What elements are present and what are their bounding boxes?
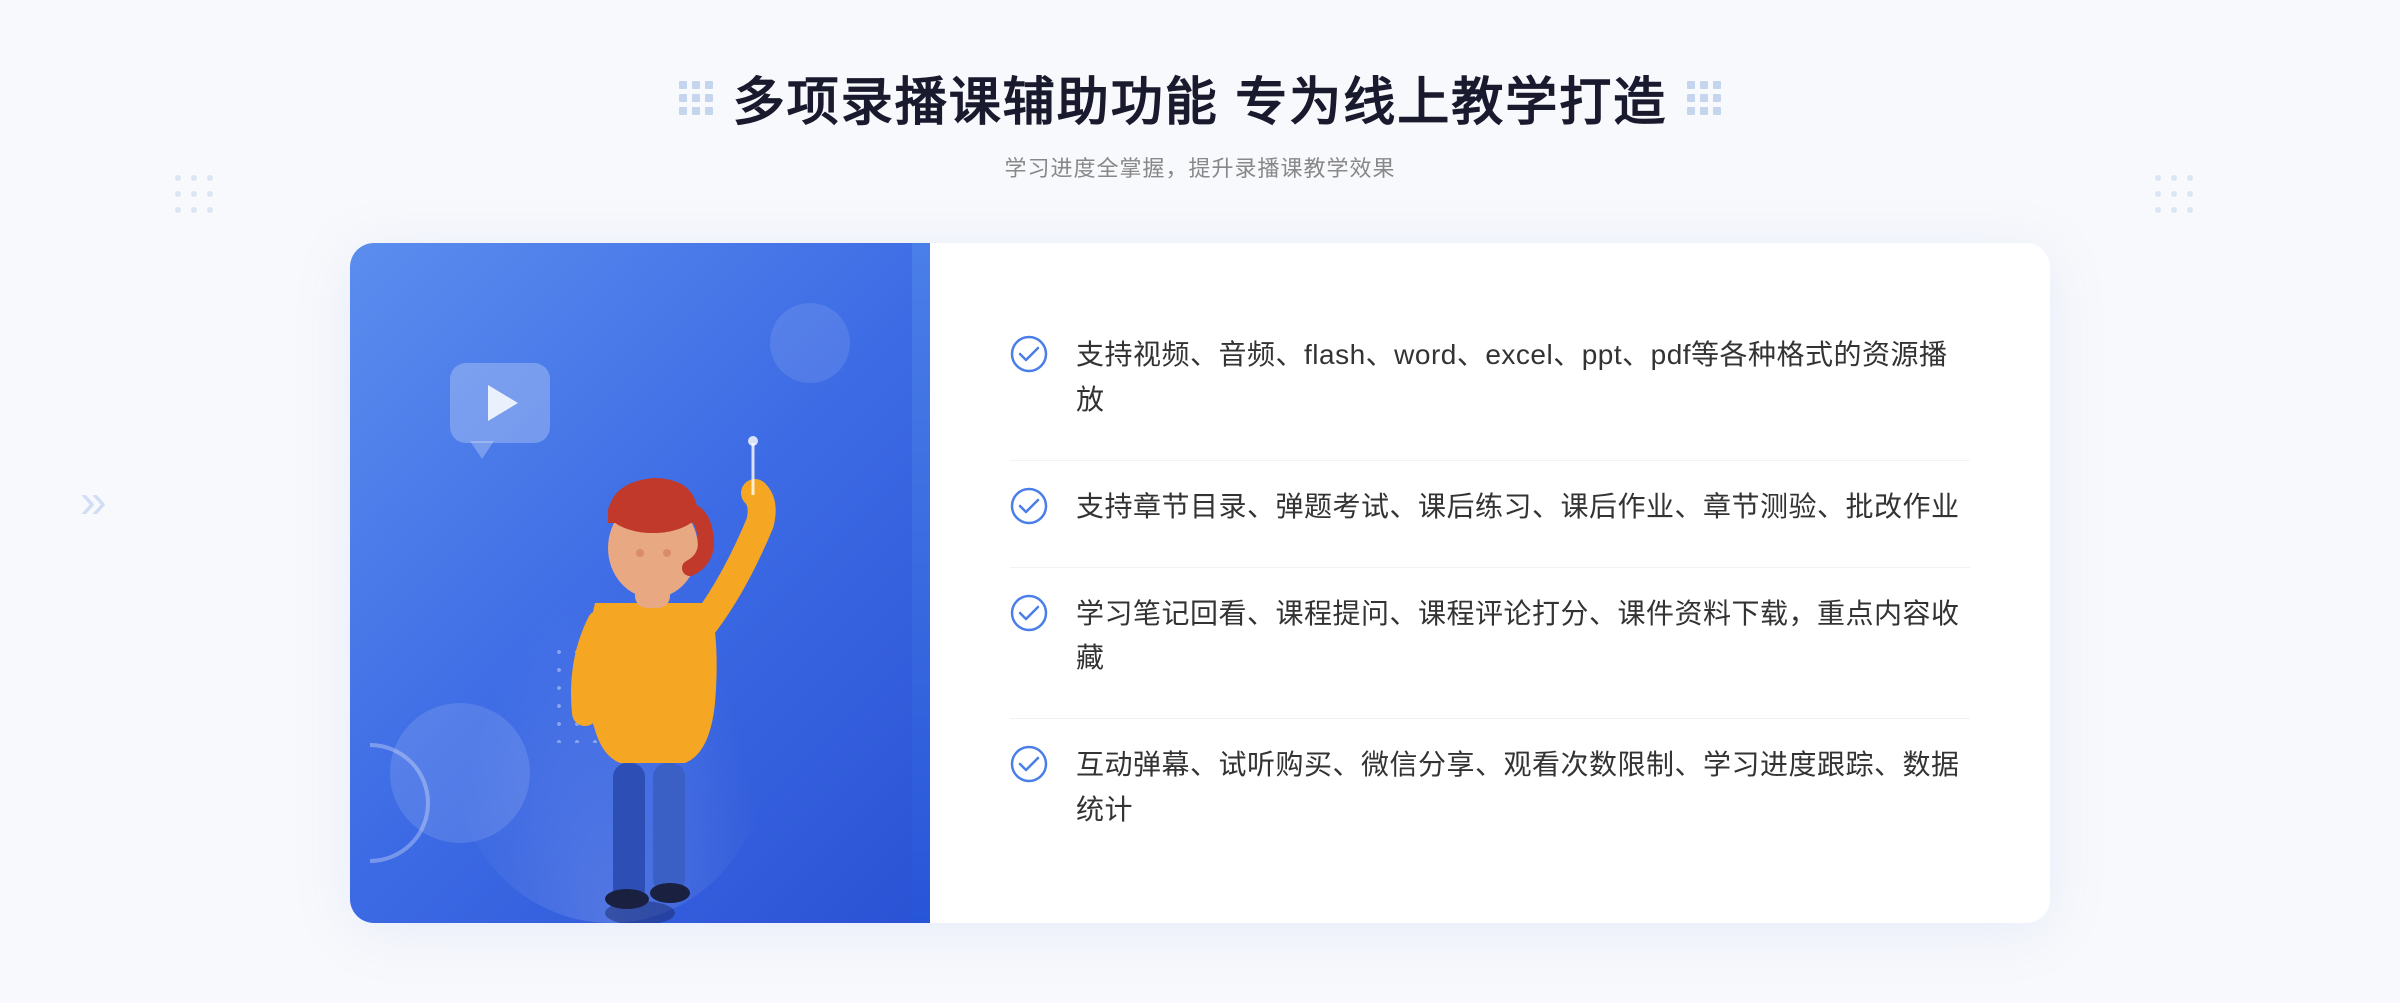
feature-item-3: 学习笔记回看、课程提问、课程评论打分、课件资料下载，重点内容收藏 bbox=[1010, 567, 1970, 706]
page-deco-left: » bbox=[80, 474, 107, 529]
check-circle-icon-2 bbox=[1010, 487, 1048, 525]
title-dot-grid-right bbox=[1687, 81, 1721, 115]
check-circle-icon-1 bbox=[1010, 335, 1048, 373]
deco-circle-2 bbox=[770, 303, 850, 383]
title-row: 多项录播课辅助功能 专为线上教学打造 bbox=[679, 60, 1721, 135]
illustration-panel bbox=[350, 243, 930, 923]
feature-text-4: 互动弹幕、试听购买、微信分享、观看次数限制、学习进度跟踪、数据统计 bbox=[1076, 743, 1970, 833]
page-container: » 多项录播课辅助功能 专为线上教学打造 学习进度全掌握，提升录播课教学效果 bbox=[0, 0, 2400, 1003]
main-title: 多项录播课辅助功能 专为线上教学打造 bbox=[733, 60, 1667, 135]
header-section: 多项录播课辅助功能 专为线上教学打造 学习进度全掌握，提升录播课教学效果 bbox=[0, 60, 2400, 183]
feature-item-4: 互动弹幕、试听购买、微信分享、观看次数限制、学习进度跟踪、数据统计 bbox=[1010, 718, 1970, 857]
feature-text-1: 支持视频、音频、flash、word、excel、ppt、pdf等各种格式的资源… bbox=[1076, 333, 1970, 423]
feature-text-3: 学习笔记回看、课程提问、课程评论打分、课件资料下载，重点内容收藏 bbox=[1076, 592, 1970, 682]
person-illustration bbox=[505, 383, 805, 923]
feature-item-1: 支持视频、音频、flash、word、excel、ppt、pdf等各种格式的资源… bbox=[1010, 309, 1970, 447]
subtitle: 学习进度全掌握，提升录播课教学效果 bbox=[1004, 151, 1395, 183]
feature-item-2: 支持章节目录、弹题考试、课后练习、课后作业、章节测验、批改作业 bbox=[1010, 460, 1970, 554]
content-card: 支持视频、音频、flash、word、excel、ppt、pdf等各种格式的资源… bbox=[350, 243, 2050, 923]
content-panel: 支持视频、音频、flash、word、excel、ppt、pdf等各种格式的资源… bbox=[930, 243, 2050, 923]
chevron-left-icon: » bbox=[80, 475, 107, 528]
title-dot-grid-left bbox=[679, 81, 713, 115]
feature-text-2: 支持章节目录、弹题考试、课后练习、课后作业、章节测验、批改作业 bbox=[1076, 485, 1960, 530]
check-circle-icon-4 bbox=[1010, 745, 1048, 783]
check-circle-icon-3 bbox=[1010, 594, 1048, 632]
blue-strip bbox=[912, 243, 930, 923]
